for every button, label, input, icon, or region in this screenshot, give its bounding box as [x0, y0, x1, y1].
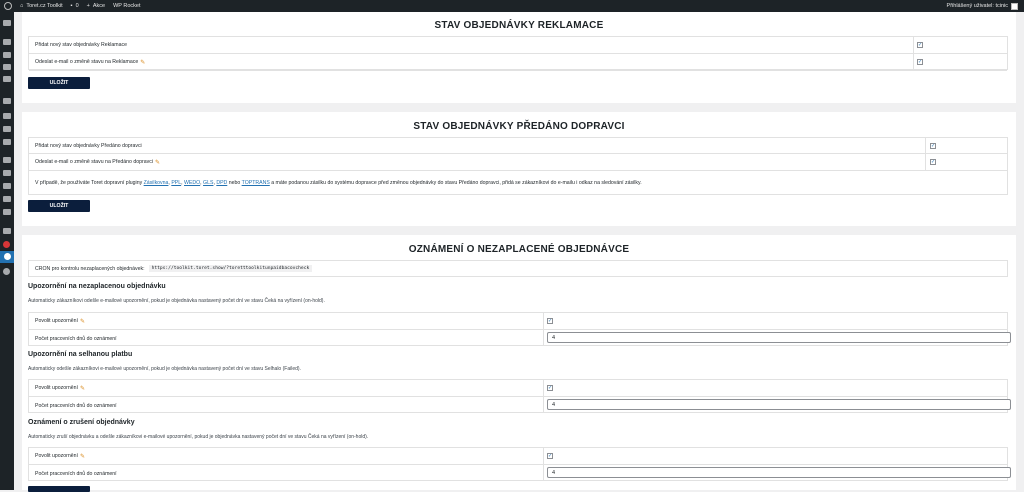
table-row: Odeslat e-mail o změně stavu na Předáno … — [29, 154, 1007, 171]
table-row: Povolit upozornění ✎ — [29, 380, 1007, 397]
comments-icon[interactable] — [3, 76, 11, 82]
appearance-icon[interactable] — [3, 157, 11, 163]
home-icon: ⌂ — [20, 3, 24, 9]
settings-table: Povolit upozornění ✎ Počet pracovních dnů… — [28, 447, 1011, 481]
avatar — [1011, 2, 1018, 10]
wordpress-logo-icon[interactable] — [4, 2, 12, 10]
save-button[interactable]: ULOŽIT — [28, 77, 90, 89]
section-title: STAV OBJEDNÁVKY PŘEDÁNO DOPRAVCI — [413, 121, 625, 132]
group-description: Automaticky zákazníkovi odešle e-mailové… — [28, 298, 325, 304]
carrier-info-text: V případě, že používáte Toret dopravní p… — [35, 180, 642, 186]
enable-cancel-checkbox[interactable]: ✓ — [547, 453, 553, 459]
woocommerce-icon[interactable] — [3, 98, 11, 104]
cron-row: CRON pro kontrolu nezaplacených objednáv… — [29, 261, 1007, 276]
cron-box: CRON pro kontrolu nezaplacených objednáv… — [28, 260, 1008, 277]
admin-bar-new[interactable]: + Akce — [87, 3, 105, 9]
pencil-icon[interactable]: ✎ — [140, 59, 145, 66]
table-row: Přidat nový stav objednávky Reklamace — [29, 37, 1007, 54]
admin-bar-comments[interactable]: ▪ 0 — [71, 3, 79, 9]
settings-icon[interactable] — [3, 209, 11, 215]
link-gls[interactable]: GLS — [203, 180, 213, 186]
admin-bar-user[interactable]: Přihlášený uživatel: tcinic — [947, 2, 1018, 10]
toolkit-icon — [3, 253, 11, 260]
plugin-circle-icon[interactable] — [3, 241, 10, 248]
settings-table: Povolit upozornění ✎ Počet pracovních dnů… — [28, 379, 1011, 413]
enable-unpaid-checkbox[interactable]: ✓ — [547, 318, 553, 324]
pencil-icon[interactable]: ✎ — [80, 318, 85, 325]
add-status-checkbox[interactable]: ✓ — [917, 42, 923, 48]
link-ppl[interactable]: PPL — [171, 180, 181, 186]
pencil-icon[interactable]: ✎ — [80, 453, 85, 460]
enable-failed-checkbox[interactable]: ✓ — [547, 385, 553, 391]
settings-table: Povolit upozornění ✎ Počet pracovních dnů… — [28, 312, 1011, 346]
group-title: Oznámení o zrušení objednávky — [28, 419, 135, 426]
send-email-checkbox[interactable]: ✓ — [917, 59, 923, 65]
cron-url[interactable]: https://toolkit.toret.show/?toretttoolki… — [148, 265, 313, 272]
admin-sidebar — [0, 12, 14, 490]
days-input[interactable]: 4 — [547, 467, 1011, 478]
plus-icon: + — [86, 3, 90, 9]
group-description: Automaticky zruší objednávku a odešle zá… — [28, 434, 369, 440]
link-toptrans[interactable]: TOPTRANS — [242, 180, 270, 186]
group-title: Upozornění na nezaplacenou objednávku — [28, 283, 166, 290]
pages-icon[interactable] — [3, 64, 11, 70]
section-title: STAV OBJEDNÁVKY REKLAMACE — [434, 20, 604, 31]
pencil-icon[interactable]: ✎ — [155, 159, 160, 166]
group-title: Upozornění na selhanou platbu — [28, 351, 133, 358]
save-button[interactable]: ULOŽIT — [28, 200, 90, 212]
save-button[interactable] — [28, 486, 90, 492]
table-row: Přidat nový stav objednávky Předáno dopr… — [29, 138, 1007, 154]
days-input[interactable]: 4 — [547, 399, 1011, 410]
link-dpd[interactable]: DPD — [216, 180, 227, 186]
analytics-icon[interactable] — [3, 126, 11, 132]
days-input[interactable]: 4 — [547, 332, 1011, 343]
group-description: Automaticky odešle zákazníkovi e-mailové… — [28, 366, 301, 372]
admin-bar-wp-rocket[interactable]: WP Rocket — [113, 3, 140, 9]
pencil-icon[interactable]: ✎ — [80, 385, 85, 392]
pin-icon[interactable] — [3, 39, 11, 45]
section-predano-dopravci: STAV OBJEDNÁVKY PŘEDÁNO DOPRAVCI Přidat … — [22, 112, 1016, 226]
section-title: OZNÁMENÍ O NEZAPLACENÉ OBJEDNÁVCE — [408, 244, 630, 255]
marketing-icon[interactable] — [3, 139, 11, 145]
admin-bar: ⌂ Toret.cz Toolkit ▪ 0 + Akce WP Rocket Při… — [0, 0, 1024, 12]
add-status-checkbox[interactable]: ✓ — [930, 143, 936, 149]
plugins-icon[interactable] — [3, 170, 11, 176]
dashboard-icon[interactable] — [3, 20, 11, 26]
toret-icon[interactable] — [3, 228, 11, 234]
section-nezaplacene: OZNÁMENÍ O NEZAPLACENÉ OBJEDNÁVCE CRON p… — [22, 235, 1016, 492]
table-row: Odeslat e-mail o změně stavu na Reklamac… — [29, 54, 1007, 71]
media-icon[interactable] — [3, 52, 11, 58]
info-row: V případě, že používáte Toret dopravní p… — [29, 171, 1007, 195]
products-icon[interactable] — [3, 113, 11, 119]
section-reklamace: STAV OBJEDNÁVKY REKLAMACE Přidat nový st… — [22, 12, 1016, 103]
table-row: Povolit upozornění ✎ — [29, 313, 1007, 330]
collapse-icon[interactable] — [3, 268, 10, 275]
tools-icon[interactable] — [3, 196, 11, 202]
admin-bar-site-name[interactable]: ⌂ Toret.cz Toolkit — [20, 3, 63, 9]
link-wedo[interactable]: WEDO — [184, 180, 200, 186]
settings-table: Přidat nový stav objednávky Předáno dopr… — [28, 137, 1008, 195]
comment-icon: ▪ — [70, 3, 73, 9]
users-icon[interactable] — [3, 183, 11, 189]
settings-table: Přidat nový stav objednávky Reklamace Od… — [28, 36, 1008, 71]
table-row: Povolit upozornění ✎ — [29, 448, 1007, 465]
send-email-checkbox[interactable]: ✓ — [930, 159, 936, 165]
link-zasilkovna[interactable]: Zásilkovna — [144, 180, 169, 186]
